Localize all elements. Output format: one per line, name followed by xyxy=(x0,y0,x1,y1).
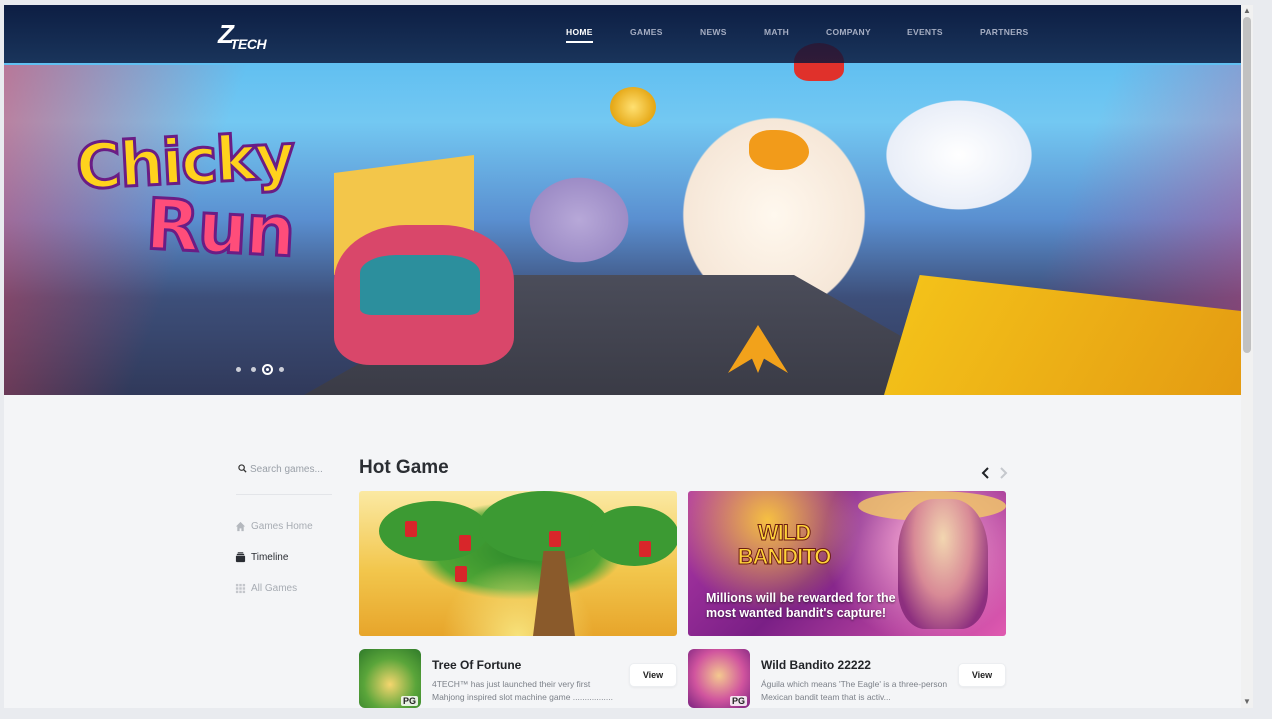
game-description: Águila which means 'The Eagle' is a thre… xyxy=(761,679,948,702)
sidebar-item-label: Games Home xyxy=(251,521,313,532)
search-icon xyxy=(238,464,247,473)
search-input[interactable] xyxy=(250,462,336,476)
brand-logo[interactable]: Z TECH xyxy=(218,19,278,52)
provider-badge: PG xyxy=(729,696,747,706)
chevron-right-icon xyxy=(1000,467,1008,479)
game-name: Wild Bandito 22222 xyxy=(761,658,871,672)
chevron-left-icon xyxy=(981,467,989,479)
hero-title-line2: Run xyxy=(142,182,297,275)
game-thumbnail[interactable]: PG xyxy=(688,649,750,708)
red-envelope xyxy=(549,531,561,547)
nav-item-math[interactable]: MATH xyxy=(764,27,789,37)
tree-trunk xyxy=(533,551,575,636)
nav-item-news[interactable]: NEWS xyxy=(700,27,727,37)
game-description: 4TECH™ has just launched their very firs… xyxy=(432,679,613,702)
grid-icon xyxy=(235,583,246,594)
sidebar-item-label: All Games xyxy=(251,583,298,594)
game-card-tree-of-fortune: PG Tree Of Fortune 4TECH™ has just launc… xyxy=(359,491,677,708)
game-name: Tree Of Fortune xyxy=(432,658,522,672)
top-navigation: Z TECH HOME GAMES NEWS MATH COMPANY EVEN… xyxy=(4,5,1241,63)
view-button[interactable]: View xyxy=(958,663,1006,687)
view-button[interactable]: View xyxy=(629,663,677,687)
carousel-dot-3[interactable] xyxy=(262,364,273,375)
carousel-dot-1[interactable] xyxy=(236,367,241,372)
sidebar-item-label: Timeline xyxy=(251,552,289,563)
hero-chicken-beak xyxy=(749,130,809,170)
home-icon xyxy=(235,521,246,532)
game-card-wild-bandito: WILD BANDITO Millions will be rewarded f… xyxy=(688,491,1006,708)
vertical-scrollbar[interactable]: ▲ ▼ xyxy=(1241,5,1253,708)
game-banner-tree-of-fortune[interactable] xyxy=(359,491,677,636)
window-gutter xyxy=(1253,0,1272,719)
logo-wordmark: TECH xyxy=(230,36,267,52)
carousel-prev-button[interactable] xyxy=(980,466,992,480)
carousel-dot-4[interactable] xyxy=(279,367,284,372)
red-envelope xyxy=(459,535,471,551)
banner-tagline: Millions will be rewarded for the most w… xyxy=(706,591,896,620)
scroll-up-arrow-icon[interactable]: ▲ xyxy=(1241,5,1253,17)
game-thumbnail[interactable]: PG xyxy=(359,649,421,708)
nav-item-events[interactable]: EVENTS xyxy=(907,27,943,37)
tree-foliage xyxy=(379,501,489,561)
timeline-icon xyxy=(235,552,246,563)
game-search xyxy=(236,462,336,478)
hero-game-logo: Chicky Run xyxy=(73,118,351,285)
tree-foliage xyxy=(479,491,609,561)
section-title-hot-game: Hot Game xyxy=(359,457,449,478)
nav-item-home[interactable]: HOME xyxy=(566,27,593,43)
red-envelope xyxy=(455,566,467,582)
provider-badge: PG xyxy=(400,696,418,706)
banner-game-logo: WILD BANDITO xyxy=(737,520,832,569)
scroll-thumb[interactable] xyxy=(1243,17,1251,353)
game-banner-wild-bandito[interactable]: WILD BANDITO Millions will be rewarded f… xyxy=(688,491,1006,636)
browser-viewport: Chicky Run Z TECH HOME GAMES NEWS MATH C… xyxy=(4,5,1241,708)
nav-item-company[interactable]: COMPANY xyxy=(826,27,871,37)
red-envelope xyxy=(639,541,651,557)
nav-item-games[interactable]: GAMES xyxy=(630,27,663,37)
nav-item-partners[interactable]: PARTNERS xyxy=(980,27,1029,37)
sidebar-divider xyxy=(236,494,332,495)
carousel-next-button[interactable] xyxy=(997,466,1009,480)
hero-car-window xyxy=(360,255,480,315)
hero-banner[interactable]: Chicky Run xyxy=(4,5,1241,395)
scroll-down-arrow-icon[interactable]: ▼ xyxy=(1241,696,1253,708)
carousel-dot-2[interactable] xyxy=(251,367,256,372)
tree-foliage xyxy=(589,506,677,566)
red-envelope xyxy=(405,521,417,537)
hero-coin-illustration xyxy=(610,87,656,127)
